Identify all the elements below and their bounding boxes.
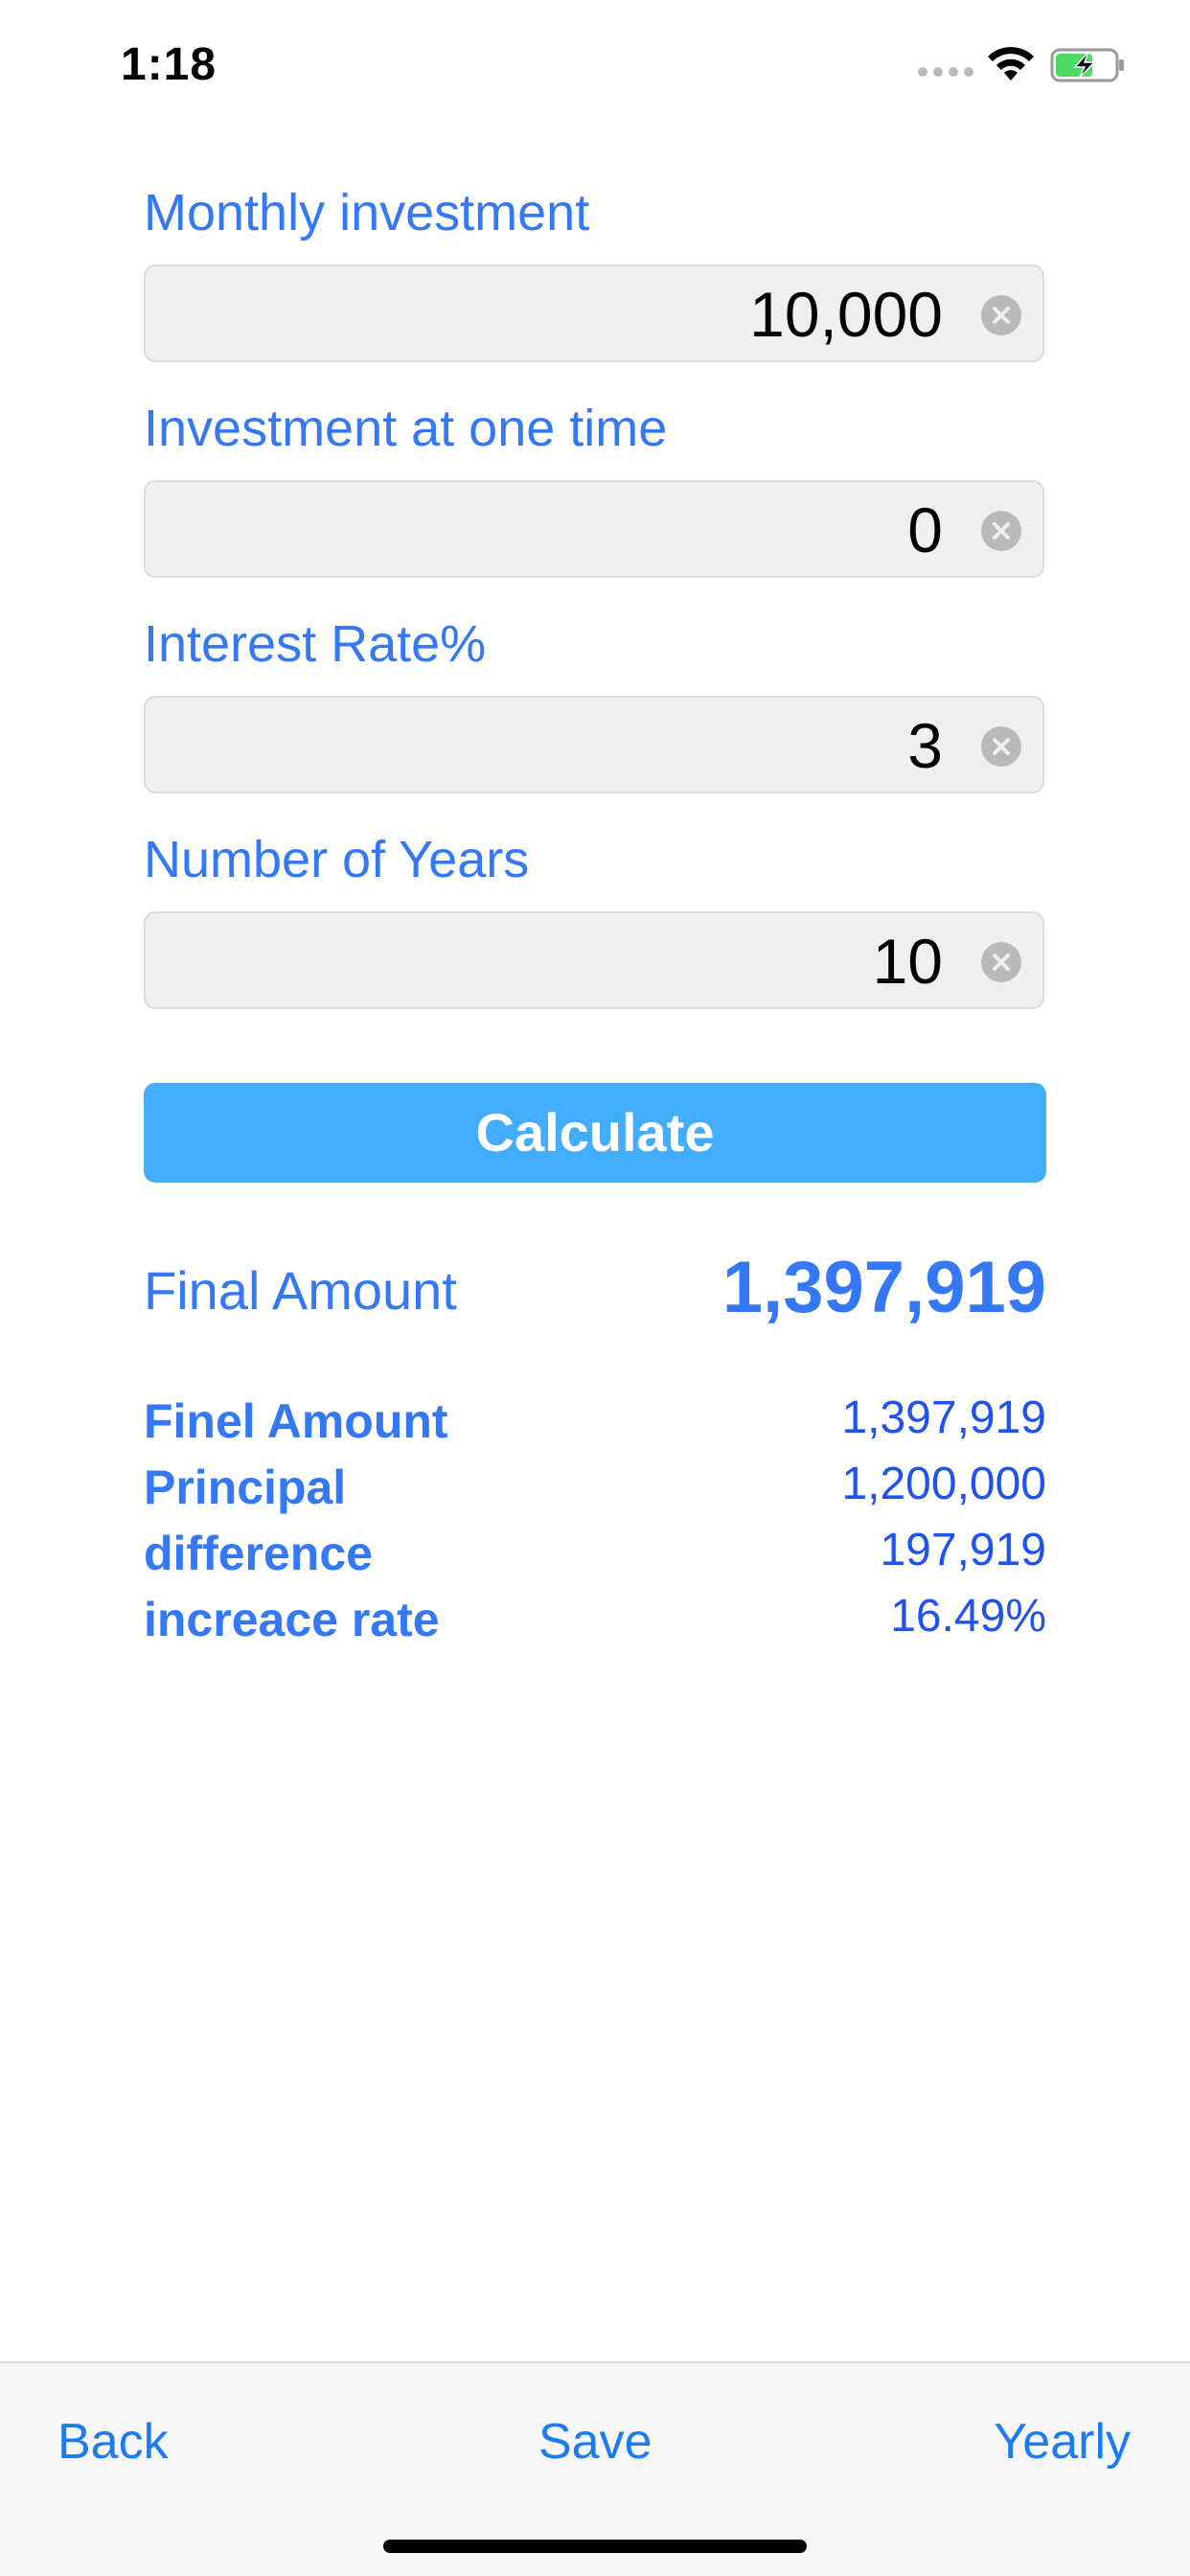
- one-time-investment-value: 0: [907, 494, 943, 565]
- summary-label: Finel Amount: [144, 1394, 448, 1448]
- battery-charging-icon: [1050, 48, 1124, 82]
- number-of-years-label: Number of Years: [144, 831, 530, 888]
- one-time-investment-input[interactable]: 0: [144, 480, 1044, 578]
- status-bar: 1:18: [0, 0, 1190, 126]
- yearly-button[interactable]: Yearly: [994, 2413, 1131, 2471]
- clear-icon[interactable]: [981, 726, 1021, 767]
- summary-value: 197,919: [880, 1525, 1046, 1576]
- final-amount-label: Final Amount: [144, 1260, 457, 1321]
- summary-label: difference: [144, 1527, 373, 1580]
- final-amount-value: 1,397,919: [721, 1247, 1046, 1328]
- wifi-icon: [988, 47, 1034, 80]
- interest-rate-label: Interest Rate%: [144, 615, 487, 673]
- monthly-investment-value: 10,000: [749, 279, 943, 350]
- result-summary: Finel Amount 1,397,919 Principal 1,200,0…: [144, 1392, 1046, 1656]
- investment-calculator-screen: 1:18 Monthly investment 10,000 Investmen…: [0, 0, 1190, 2576]
- final-amount-row: Final Amount 1,397,919: [144, 1246, 1046, 1342]
- summary-value: 1,397,919: [841, 1392, 1046, 1443]
- home-indicator[interactable]: [383, 2540, 807, 2553]
- summary-label: increace rate: [144, 1593, 440, 1646]
- status-time: 1:18: [121, 39, 217, 90]
- number-of-years-input[interactable]: 10: [144, 911, 1044, 1009]
- one-time-investment-label: Investment at one time: [144, 400, 668, 457]
- summary-label: Principal: [144, 1460, 347, 1514]
- interest-rate-input[interactable]: 3: [144, 696, 1044, 794]
- summary-row-principal: Principal 1,200,000: [144, 1458, 1046, 1524]
- summary-value: 16.49%: [890, 1591, 1046, 1642]
- interest-rate-value: 3: [907, 710, 943, 781]
- save-button[interactable]: Save: [538, 2413, 652, 2471]
- clear-icon[interactable]: [981, 295, 1021, 335]
- summary-row-final-amount: Finel Amount 1,397,919: [144, 1392, 1046, 1458]
- summary-value: 1,200,000: [841, 1459, 1046, 1509]
- cellular-signal-icon: [918, 67, 973, 80]
- clear-icon[interactable]: [981, 511, 1021, 551]
- monthly-investment-label: Monthly investment: [144, 184, 590, 242]
- calculate-button[interactable]: Calculate: [144, 1083, 1046, 1183]
- back-button[interactable]: Back: [57, 2413, 169, 2471]
- clear-icon[interactable]: [981, 942, 1021, 982]
- monthly-investment-input[interactable]: 10,000: [144, 264, 1044, 362]
- summary-row-difference: difference 197,919: [144, 1524, 1046, 1590]
- summary-row-increase-rate: increace rate 16.49%: [144, 1590, 1046, 1656]
- number-of-years-value: 10: [872, 926, 943, 997]
